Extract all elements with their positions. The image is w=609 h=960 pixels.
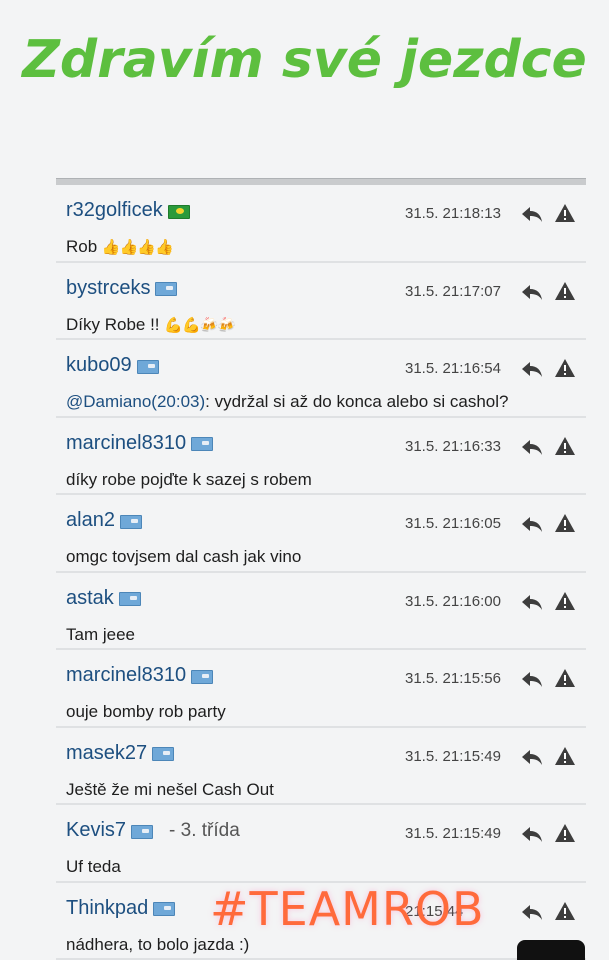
comment-user-line: astak: [66, 587, 157, 610]
comment-message: Uf teda: [66, 857, 121, 877]
feed-header-bar: [56, 178, 586, 185]
comment-username[interactable]: bystrceks: [66, 277, 150, 300]
comment-username[interactable]: marcinel8310: [66, 664, 186, 687]
reply-icon[interactable]: [521, 515, 543, 533]
comment-user-line: marcinel8310: [66, 432, 229, 455]
comment-timestamp: 31.5. 21:17:07: [405, 282, 501, 300]
comment-text: Rob: [66, 237, 98, 256]
headline: Zdravím své jezdce: [22, 30, 587, 90]
comment-username[interactable]: astak: [66, 587, 114, 610]
user-badge: - 3. třída: [169, 819, 240, 841]
comment-timestamp: 31.5. 21:15:49: [405, 747, 501, 765]
comment-timestamp: 31.5. 21:18:13: [405, 205, 501, 222]
comment-timestamp: 31.5. 21:16:00: [405, 592, 501, 610]
reply-icon[interactable]: [521, 593, 543, 611]
report-icon[interactable]: [554, 203, 576, 223]
comment-emoji: 💪💪🍻🍻: [164, 316, 236, 334]
comment-user-line: marcinel8310: [66, 664, 229, 687]
comment-username[interactable]: alan2: [66, 509, 115, 532]
comment-username[interactable]: r32golficek: [66, 199, 163, 222]
comment-text: nádhera, to bolo jazda :): [66, 934, 250, 954]
report-icon[interactable]: [554, 513, 576, 533]
comment-row: alan2 31.5. 21:16:05 omgc tovjsem dal ca…: [56, 495, 586, 573]
report-icon[interactable]: [554, 281, 576, 301]
country-flag-icon: [191, 669, 214, 684]
comment-text: : vydržal si až do konca alebo si cashol…: [205, 392, 509, 411]
comment-text: Tam jeee: [66, 624, 135, 644]
report-icon[interactable]: [554, 823, 576, 843]
comment-message: Tam jeee: [66, 625, 135, 645]
comment-user-line: r32golficek: [66, 199, 206, 222]
country-flag-icon: [152, 747, 175, 761]
comment-row: r32golficek 31.5. 21:18:13 Rob 👍👍👍👍: [56, 185, 586, 263]
comment-row: marcinel8310 31.5. 21:16:33 díky robe po…: [56, 418, 586, 495]
comment-row: bystrceks 31.5. 21:17:07 Díky Robe !! 💪💪…: [56, 263, 586, 340]
comment-user-line: Kevis7 - 3. třída: [66, 819, 240, 842]
comment-feed: r32golficek 31.5. 21:18:13 Rob 👍👍👍👍 byst…: [56, 178, 586, 960]
country-flag-icon: [191, 437, 214, 451]
country-flag-icon: [153, 902, 176, 916]
hashtag-overlay: #TEAMROB: [210, 882, 485, 936]
reply-icon[interactable]: [521, 748, 543, 766]
comment-text: díky robe pojďte k sazej s robem: [66, 469, 312, 489]
comment-timestamp: 31.5. 21:15:49: [405, 825, 501, 842]
comment-timestamp: 31.5. 21:16:54: [405, 360, 501, 377]
comment-message: Rob 👍👍👍👍: [66, 237, 174, 257]
comment-username[interactable]: masek27: [66, 742, 147, 765]
comment-user-line: kubo09: [66, 354, 175, 377]
reply-icon[interactable]: [521, 438, 543, 456]
comment-row: marcinel8310 31.5. 21:15:56 ouje bomby r…: [56, 650, 586, 728]
comment-message: Díky Robe !! 💪💪🍻🍻: [66, 314, 236, 335]
comment-row: kubo09 31.5. 21:16:54 @Damiano(20:03): v…: [56, 340, 586, 418]
corner-thumbnail: [517, 940, 585, 960]
comment-row: Kevis7 - 3. třída 31.5. 21:15:49 Uf teda: [56, 805, 586, 883]
comment-username[interactable]: Thinkpad: [66, 897, 148, 920]
comment-user-line: Thinkpad: [66, 897, 191, 920]
comment-message: omgc tovjsem dal cash jak vino: [66, 547, 301, 567]
comment-message: Ještě že mi nešel Cash Out: [66, 780, 274, 800]
comment-user-line: masek27: [66, 742, 190, 765]
country-flag-icon: [167, 204, 190, 219]
comment-text: Uf teda: [66, 857, 121, 876]
reply-icon[interactable]: [521, 360, 543, 378]
comment-username[interactable]: kubo09: [66, 354, 132, 377]
report-icon[interactable]: [554, 668, 576, 688]
comment-text: omgc tovjsem dal cash jak vino: [66, 547, 302, 566]
comment-timestamp: 31.5. 21:16:05: [405, 515, 501, 532]
country-flag-icon: [119, 514, 142, 529]
comment-emoji: 👍👍👍👍: [101, 239, 174, 256]
report-icon[interactable]: [554, 436, 576, 456]
reply-icon[interactable]: [521, 670, 543, 688]
comment-text: Ještě že mi nešel Cash Out: [66, 779, 274, 799]
comment-text: Díky Robe !!: [66, 314, 160, 334]
comment-message: díky robe pojďte k sazej s robem: [66, 470, 312, 490]
reply-icon[interactable]: [521, 283, 543, 301]
reply-icon[interactable]: [521, 205, 543, 223]
country-flag-icon: [131, 824, 154, 839]
comment-user-line: bystrceks: [66, 277, 193, 300]
comment-timestamp: 31.5. 21:15:56: [405, 670, 501, 687]
report-icon[interactable]: [554, 358, 576, 378]
comment-username[interactable]: marcinel8310: [66, 432, 186, 455]
comment-message: nádhera, to bolo jazda :): [66, 935, 249, 955]
comment-list: r32golficek 31.5. 21:18:13 Rob 👍👍👍👍 byst…: [56, 185, 586, 960]
comment-row: masek27 31.5. 21:15:49 Ještě že mi nešel…: [56, 728, 586, 805]
report-icon[interactable]: [554, 746, 576, 766]
reply-icon[interactable]: [521, 903, 543, 921]
comment-row: astak 31.5. 21:16:00 Tam jeee: [56, 573, 586, 650]
comment-timestamp: 31.5. 21:16:33: [405, 437, 501, 455]
country-flag-icon: [118, 592, 141, 606]
country-flag-icon: [136, 359, 159, 374]
comment-text: ouje bomby rob party: [66, 702, 226, 721]
comment-message: @Damiano(20:03): vydržal si až do konca …: [66, 392, 508, 412]
comment-username[interactable]: Kevis7: [66, 819, 126, 842]
comment-mention[interactable]: @Damiano(20:03): [66, 392, 205, 411]
country-flag-icon: [155, 282, 178, 296]
comment-user-line: alan2: [66, 509, 158, 532]
comment-message: ouje bomby rob party: [66, 702, 226, 722]
report-icon[interactable]: [554, 901, 576, 921]
report-icon[interactable]: [554, 591, 576, 611]
reply-icon[interactable]: [521, 825, 543, 843]
